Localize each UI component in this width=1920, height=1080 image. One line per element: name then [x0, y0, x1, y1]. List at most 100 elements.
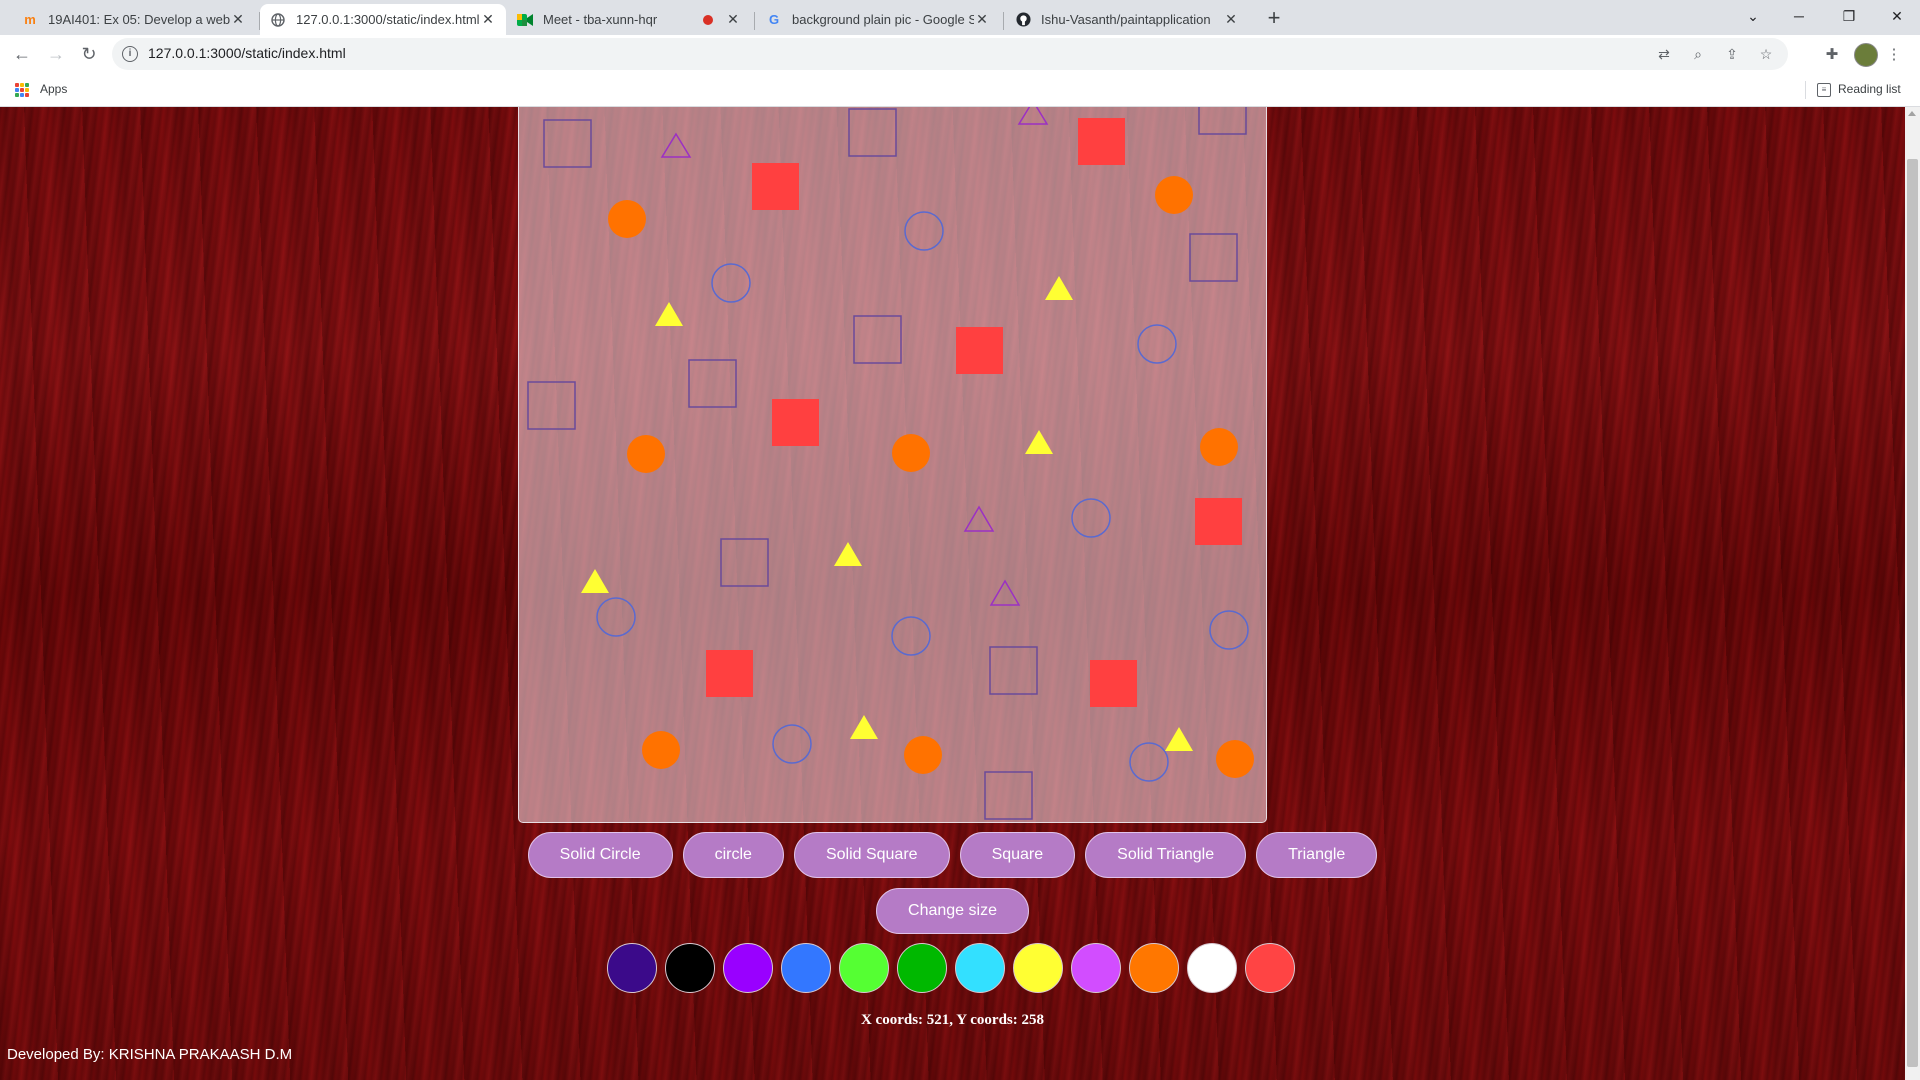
- tab-title: Ishu-Vasanth/paintapplication: [1041, 12, 1211, 27]
- shape-square: [1189, 233, 1238, 282]
- profile-avatar[interactable]: [1854, 43, 1878, 67]
- solid-triangle-button[interactable]: Solid Triangle: [1085, 832, 1247, 878]
- scroll-up-icon[interactable]: [1908, 111, 1916, 116]
- color-swatch[interactable]: [781, 943, 831, 993]
- shape-solid-triangle: [1045, 276, 1073, 300]
- tab-moodle[interactable]: m 19AI401: Ex 05: Develop a webpa ✕: [12, 4, 256, 35]
- tab-divider: [754, 12, 755, 30]
- circle-button[interactable]: circle: [682, 832, 784, 878]
- zoom-icon[interactable]: ⌕: [1688, 44, 1708, 64]
- extensions-icon[interactable]: ✚: [1820, 43, 1844, 65]
- shape-solid-triangle: [1025, 430, 1053, 454]
- star-icon[interactable]: ☆: [1756, 44, 1776, 64]
- developer-credit: Developed By: KRISHNA PRAKAASH D.M: [7, 1046, 293, 1063]
- tab-search-icon[interactable]: ⌄: [1730, 0, 1776, 32]
- minimize-icon[interactable]: ─: [1776, 0, 1822, 32]
- color-swatch[interactable]: [839, 943, 889, 993]
- shape-solid-circle: [627, 435, 665, 473]
- reading-list-link[interactable]: Reading list: [1838, 82, 1901, 96]
- recording-icon: [703, 14, 713, 25]
- tab-localhost[interactable]: 127.0.0.1:3000/static/index.html ✕: [260, 4, 506, 35]
- shape-solid-square: [1090, 660, 1137, 707]
- address-bar[interactable]: i 127.0.0.1:3000/static/index.html ⇄ ⌕ ⇪…: [112, 38, 1788, 70]
- site-info-icon[interactable]: i: [122, 46, 138, 62]
- url-text[interactable]: 127.0.0.1:3000/static/index.html: [148, 45, 346, 61]
- reading-list-icon[interactable]: ≡: [1817, 83, 1831, 97]
- shape-solid-circle: [642, 731, 680, 769]
- shape-solid-circle: [1216, 740, 1254, 778]
- apps-grid-icon[interactable]: [15, 83, 29, 97]
- drawing-canvas[interactable]: [518, 107, 1267, 823]
- shape-triangle: [989, 579, 1021, 606]
- color-swatch[interactable]: [955, 943, 1005, 993]
- color-swatch[interactable]: [897, 943, 947, 993]
- shape-solid-square: [1078, 118, 1125, 165]
- color-swatch[interactable]: [1187, 943, 1237, 993]
- size-button-row: Change size: [0, 888, 1905, 934]
- square-button[interactable]: Square: [959, 832, 1076, 878]
- shape-circle: [711, 263, 751, 303]
- close-icon[interactable]: ✕: [1223, 11, 1239, 28]
- shape-circle: [1137, 324, 1177, 364]
- shape-solid-circle: [892, 434, 930, 472]
- tab-strip: m 19AI401: Ex 05: Develop a webpa ✕ 127.…: [0, 0, 1920, 35]
- menu-icon[interactable]: ⋮: [1886, 43, 1902, 65]
- browser-toolbar: ← → ↻ i 127.0.0.1:3000/static/index.html…: [0, 35, 1920, 73]
- forward-icon[interactable]: →: [42, 40, 70, 68]
- close-icon[interactable]: ✕: [725, 11, 741, 28]
- vertical-scrollbar[interactable]: [1905, 107, 1920, 1080]
- shape-solid-triangle: [850, 715, 878, 739]
- triangle-button[interactable]: Triangle: [1256, 832, 1378, 878]
- shape-solid-square: [752, 163, 799, 210]
- shape-circle: [904, 211, 944, 251]
- shape-triangle: [963, 505, 995, 532]
- close-icon[interactable]: ✕: [974, 11, 990, 28]
- shape-square: [984, 771, 1033, 820]
- shape-solid-circle: [904, 736, 942, 774]
- scrollbar-thumb[interactable]: [1907, 159, 1918, 1067]
- tab-meet[interactable]: Meet - tba-xunn-hqr ✕: [507, 4, 751, 35]
- color-swatch[interactable]: [723, 943, 773, 993]
- solid-square-button[interactable]: Solid Square: [793, 832, 950, 878]
- shape-circle: [1209, 610, 1249, 650]
- change-size-button[interactable]: Change size: [876, 888, 1029, 934]
- tab-title: Meet - tba-xunn-hqr: [543, 12, 658, 27]
- new-tab-button[interactable]: +: [1262, 6, 1286, 30]
- color-swatch[interactable]: [607, 943, 657, 993]
- color-swatch[interactable]: [665, 943, 715, 993]
- shape-square: [527, 381, 576, 430]
- color-swatch[interactable]: [1129, 943, 1179, 993]
- google-icon: G: [768, 12, 780, 27]
- color-swatch[interactable]: [1013, 943, 1063, 993]
- shape-solid-square: [1195, 498, 1242, 545]
- shape-solid-triangle: [581, 569, 609, 593]
- github-icon: [1015, 12, 1031, 28]
- divider: [1805, 81, 1806, 99]
- restore-icon[interactable]: ❐: [1826, 0, 1872, 32]
- color-swatch[interactable]: [1071, 943, 1121, 993]
- translate-icon[interactable]: ⇄: [1654, 44, 1674, 64]
- share-icon[interactable]: ⇪: [1722, 44, 1742, 64]
- close-icon[interactable]: ✕: [480, 11, 496, 28]
- close-icon[interactable]: ✕: [230, 11, 246, 28]
- shape-circle: [772, 724, 812, 764]
- shape-triangle: [660, 132, 692, 158]
- tab-github[interactable]: Ishu-Vasanth/paintapplication ✕: [1005, 4, 1249, 35]
- back-icon[interactable]: ←: [8, 40, 36, 68]
- shape-circle: [596, 597, 636, 637]
- shape-solid-circle: [1200, 428, 1238, 466]
- shape-solid-circle: [1155, 176, 1193, 214]
- close-window-icon[interactable]: ✕: [1874, 0, 1920, 32]
- solid-circle-button[interactable]: Solid Circle: [527, 832, 673, 878]
- tab-title: 19AI401: Ex 05: Develop a webpa: [48, 12, 230, 27]
- globe-icon: [270, 12, 286, 28]
- tab-google-search[interactable]: G background plain pic - Google Se ✕: [756, 4, 1000, 35]
- color-swatch[interactable]: [1245, 943, 1295, 993]
- shape-square: [543, 119, 592, 168]
- moodle-icon: m: [24, 12, 36, 27]
- shape-solid-square: [706, 650, 753, 697]
- shape-solid-square: [772, 399, 819, 446]
- apps-link[interactable]: Apps: [40, 82, 67, 96]
- tab-title: background plain pic - Google Se: [792, 12, 974, 27]
- reload-icon[interactable]: ↻: [75, 40, 103, 68]
